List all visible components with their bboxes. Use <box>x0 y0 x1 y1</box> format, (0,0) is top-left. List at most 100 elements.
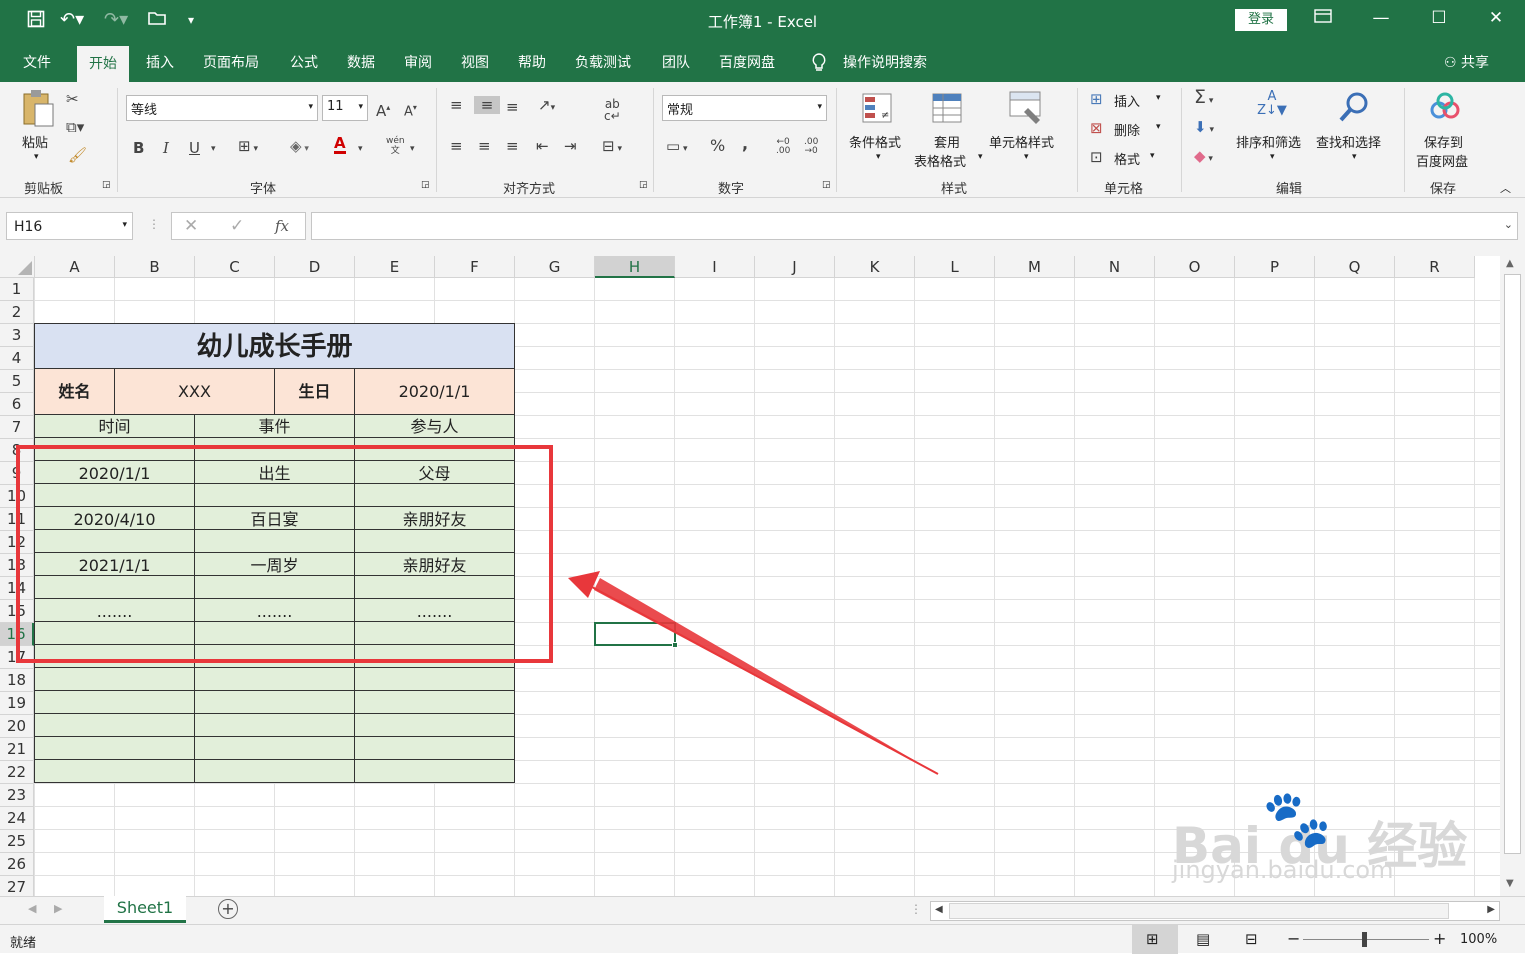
splitter-icon[interactable]: ⋮ <box>910 902 922 916</box>
horizontal-scroll-thumb[interactable] <box>949 903 1449 919</box>
tab-team[interactable]: 团队 <box>662 52 690 72</box>
scroll-left-icon[interactable]: ◀ <box>935 904 943 915</box>
zoom-in-icon[interactable]: + <box>1433 929 1446 948</box>
phonetic-dropdown-icon[interactable]: ▾ <box>410 140 415 158</box>
conditional-formatting-button[interactable]: 条件格式 <box>849 132 901 151</box>
chevron-down-icon[interactable]: ▾ <box>1156 93 1161 103</box>
italic-button[interactable]: I <box>163 139 169 157</box>
autosum-icon[interactable]: Σ ▾ <box>1194 88 1213 110</box>
font-size-select[interactable]: 11 ▾ <box>322 95 368 121</box>
expand-formula-icon[interactable]: ⌄ <box>1504 218 1513 231</box>
decrease-font-icon[interactable]: A▾ <box>404 99 417 121</box>
alignment-launcher-icon[interactable]: ◲ <box>639 180 648 190</box>
increase-decimal-icon[interactable]: ←0.00 <box>776 138 790 156</box>
vertical-scroll-thumb[interactable] <box>1504 274 1521 854</box>
align-left-icon[interactable]: ≡ <box>450 137 463 155</box>
minimize-icon[interactable]: — <box>1366 8 1396 28</box>
chevron-down-icon[interactable]: ▾ <box>978 152 983 162</box>
cell-styles-icon[interactable] <box>1008 88 1044 128</box>
chevron-down-icon[interactable]: ▾ <box>1156 122 1161 132</box>
enter-icon[interactable]: ✓ <box>230 216 244 236</box>
add-sheet-icon[interactable]: + <box>218 899 238 919</box>
format-cells-button[interactable]: 格式 <box>1114 149 1140 168</box>
underline-button[interactable]: U <box>189 139 200 157</box>
horizontal-scrollbar[interactable]: ◀ ▶ <box>930 901 1500 921</box>
scroll-down-icon[interactable]: ▼ <box>1506 878 1514 889</box>
tab-home[interactable]: 开始 <box>77 46 129 82</box>
paste-icon[interactable] <box>20 88 56 128</box>
copy-icon[interactable]: ⧉▾ <box>66 118 84 136</box>
align-right-icon[interactable]: ≡ <box>506 137 519 155</box>
zoom-slider-thumb[interactable] <box>1362 932 1367 947</box>
orientation-icon[interactable]: ↗▾ <box>538 96 555 117</box>
format-painter-icon[interactable]: 🖌 <box>68 146 87 164</box>
zoom-out-icon[interactable]: − <box>1287 929 1300 948</box>
sort-filter-icon[interactable]: A Z↓▼ <box>1254 90 1290 126</box>
share-button[interactable]: ⚇ 共享 <box>1444 52 1489 72</box>
paste-button[interactable]: 粘贴 <box>22 132 48 151</box>
chevron-down-icon[interactable]: ▾ <box>1270 152 1275 162</box>
conditional-formatting-icon[interactable]: ≠ <box>860 92 896 128</box>
close-icon[interactable]: ✕ <box>1481 8 1511 28</box>
save-to-baidu-line2[interactable]: 百度网盘 <box>1416 151 1468 170</box>
merge-center-icon[interactable]: ⊟ ▾ <box>602 137 622 158</box>
format-as-table-icon[interactable] <box>930 92 966 128</box>
scroll-right-icon[interactable]: ▶ <box>1487 904 1495 915</box>
formula-input[interactable]: ⌄ <box>311 212 1518 240</box>
align-bottom-icon[interactable]: ≡ <box>506 98 519 116</box>
bold-button[interactable]: B <box>133 139 144 157</box>
decrease-decimal-icon[interactable]: .00 →0 <box>804 138 818 156</box>
format-cells-icon[interactable]: ⊡ <box>1090 148 1103 166</box>
tab-review[interactable]: 审阅 <box>404 52 432 72</box>
formula-bar-grip-icon[interactable]: ⋮ <box>148 217 160 231</box>
tab-help[interactable]: 帮助 <box>518 52 546 72</box>
lightbulb-icon[interactable] <box>810 52 828 76</box>
zoom-level[interactable]: 100% <box>1460 932 1497 947</box>
borders-icon[interactable]: ⊞ ▾ <box>238 137 258 158</box>
clipboard-launcher-icon[interactable]: ◲ <box>102 180 111 190</box>
login-button[interactable]: 登录 <box>1235 9 1287 31</box>
decrease-indent-icon[interactable]: ⇤ <box>536 137 549 155</box>
ribbon-display-icon[interactable] <box>1308 8 1338 29</box>
paste-dropdown-icon[interactable]: ▾ <box>34 152 39 162</box>
scroll-up-icon[interactable]: ▲ <box>1506 258 1514 269</box>
insert-function-button[interactable]: fx <box>275 217 289 235</box>
chevron-down-icon[interactable]: ▾ <box>876 152 881 162</box>
collapse-ribbon-icon[interactable]: ︿ <box>1500 180 1511 196</box>
format-as-table-line2[interactable]: 表格格式 <box>914 151 966 170</box>
name-box[interactable]: H16 ▾ <box>6 212 133 240</box>
tab-scroll-left-icon[interactable]: ◀ <box>28 902 36 915</box>
font-color-icon[interactable]: A <box>334 135 346 154</box>
cell-styles-button[interactable]: 单元格样式 <box>989 132 1054 151</box>
tab-scroll-right-icon[interactable]: ▶ <box>54 902 62 915</box>
tab-formulas[interactable]: 公式 <box>290 52 318 72</box>
percent-button[interactable]: % <box>710 137 725 155</box>
vertical-scrollbar[interactable]: ▲ ▼ <box>1500 256 1525 896</box>
phonetic-guide-icon[interactable]: wén 文 <box>386 136 405 156</box>
tab-data[interactable]: 数据 <box>347 52 375 72</box>
fill-icon[interactable]: ⬇ ▾ <box>1194 118 1214 139</box>
sheet-tab-sheet1[interactable]: Sheet1 <box>104 896 186 923</box>
accounting-format-icon[interactable]: ▭ ▾ <box>666 137 688 158</box>
font-color-dropdown-icon[interactable]: ▾ <box>358 140 363 158</box>
align-middle-icon[interactable]: ≡ <box>474 96 500 114</box>
tab-file[interactable]: 文件 <box>23 52 51 72</box>
format-as-table-line1[interactable]: 套用 <box>934 132 960 151</box>
font-launcher-icon[interactable]: ◲ <box>421 180 430 190</box>
delete-cells-button[interactable]: 删除 <box>1114 120 1140 139</box>
chevron-down-icon[interactable]: ▾ <box>1024 152 1029 162</box>
tab-view[interactable]: 视图 <box>461 52 489 72</box>
tell-me-search[interactable]: 操作说明搜索 <box>843 52 927 72</box>
font-name-select[interactable]: 等线 ▾ <box>126 95 318 121</box>
tab-load-test[interactable]: 负载测试 <box>575 52 631 72</box>
tab-baidu-netdisk[interactable]: 百度网盘 <box>719 52 775 72</box>
comma-button[interactable]: , <box>742 135 748 153</box>
tab-insert[interactable]: 插入 <box>146 52 174 72</box>
delete-cells-icon[interactable]: ⊠ <box>1090 119 1103 137</box>
save-to-baidu-line1[interactable]: 保存到 <box>1424 132 1463 151</box>
fill-color-icon[interactable]: ◈ ▾ <box>290 137 309 158</box>
increase-font-icon[interactable]: A▴ <box>376 99 390 120</box>
number-format-select[interactable]: 常规 ▾ <box>662 95 827 121</box>
sort-filter-button[interactable]: 排序和筛选 <box>1236 132 1301 151</box>
number-launcher-icon[interactable]: ◲ <box>822 180 831 190</box>
